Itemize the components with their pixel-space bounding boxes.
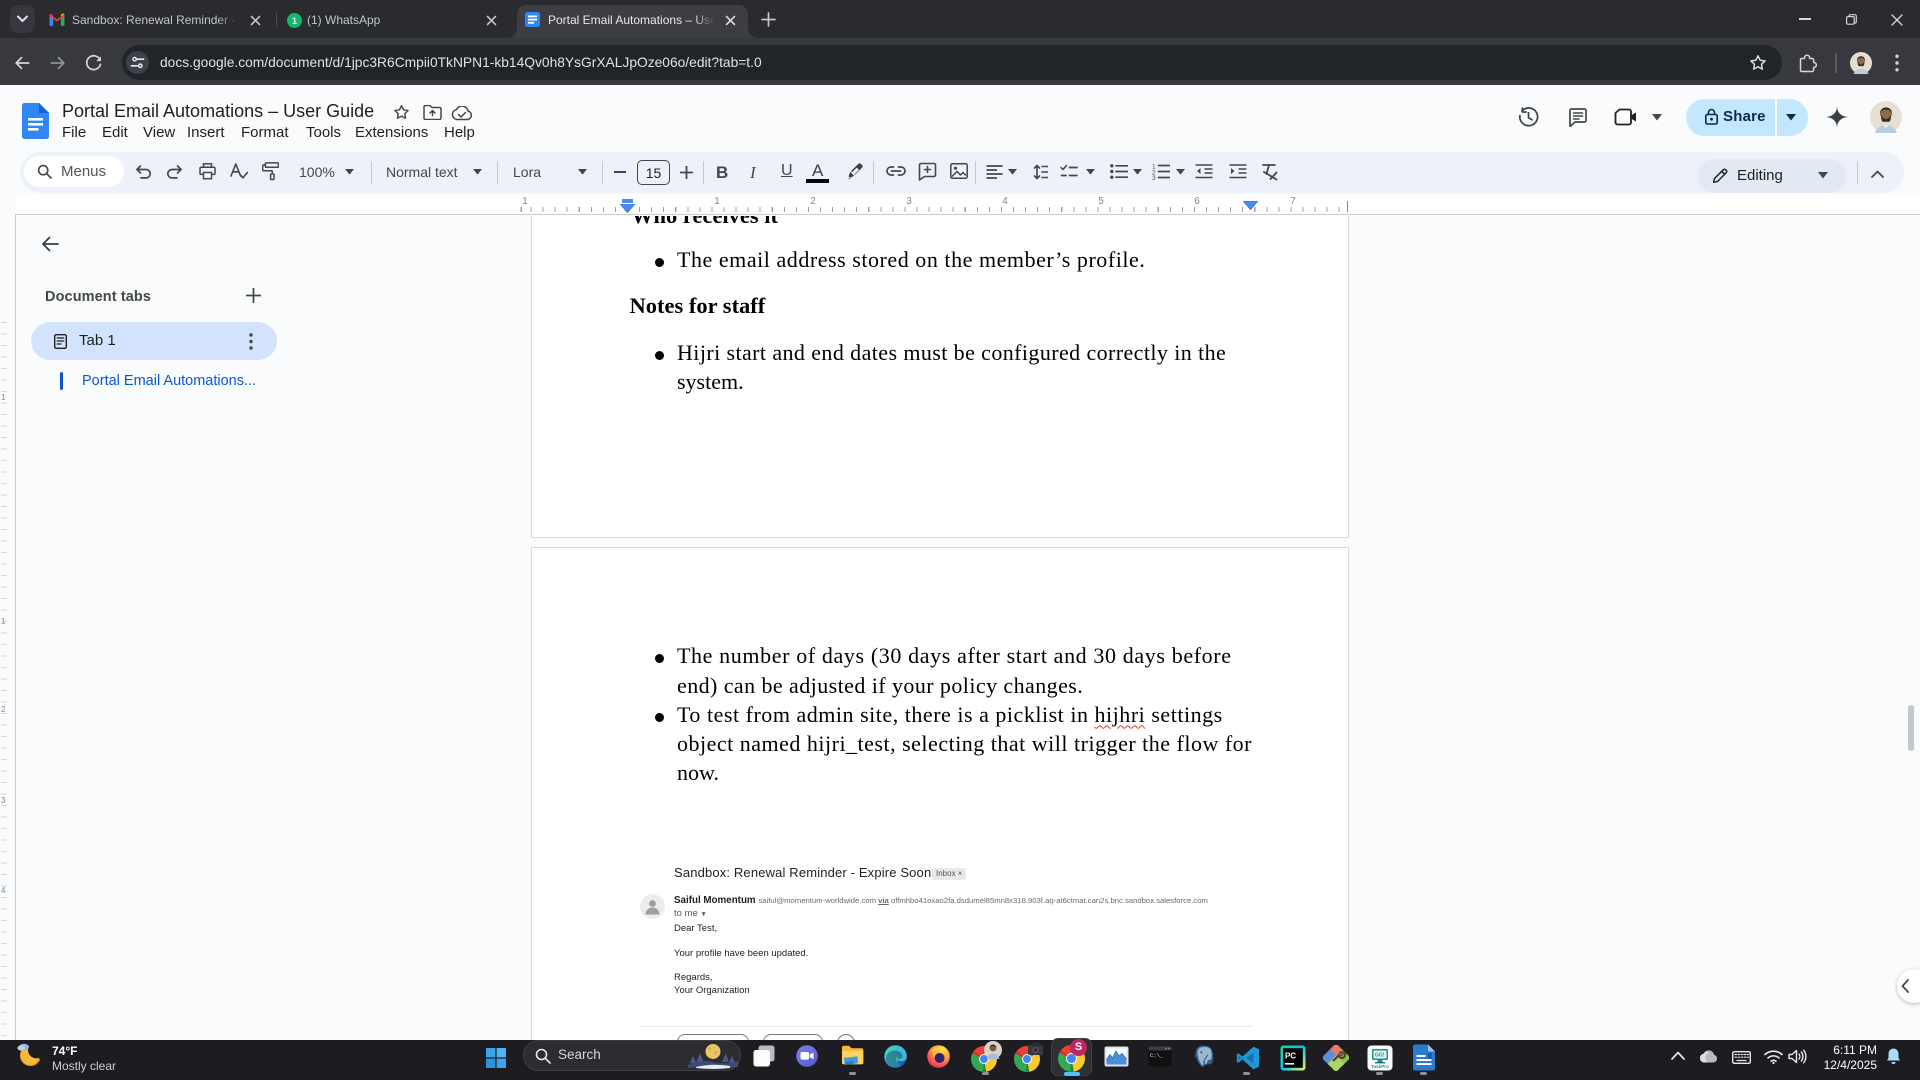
svg-text:1: 1 [292,16,297,26]
svg-text:C:\_: C:\_ [1150,1052,1164,1059]
svg-text:PC: PC [1285,1052,1296,1061]
svg-text:TaskPro: TaskPro [1371,1064,1389,1069]
svg-text:GG!: GG! [1375,1053,1385,1059]
svg-text:3: 3 [1152,175,1156,180]
